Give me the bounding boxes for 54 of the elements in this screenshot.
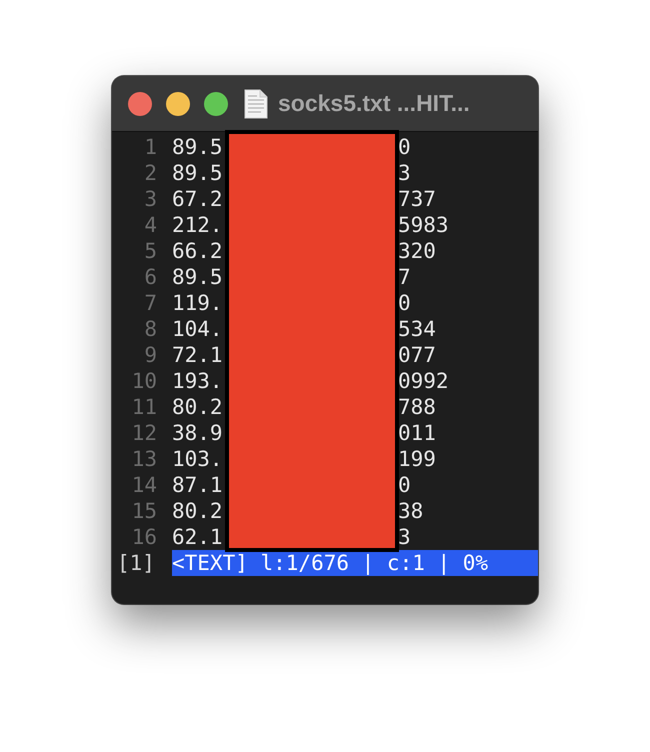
line-number: 15 bbox=[130, 499, 157, 523]
line-text: 737 bbox=[398, 187, 436, 211]
zoom-button[interactable] bbox=[204, 92, 228, 116]
line-number: 1 bbox=[143, 135, 157, 159]
line-text: 3 bbox=[398, 161, 411, 185]
close-button[interactable] bbox=[128, 92, 152, 116]
line-text: 87.1 bbox=[172, 473, 224, 497]
line-text: 66.2 bbox=[172, 239, 224, 263]
line-text: 0992 bbox=[398, 369, 449, 393]
line-text: 320 bbox=[398, 239, 436, 263]
line-text: 5983 bbox=[398, 213, 449, 237]
line-text: 212. bbox=[172, 213, 224, 237]
line-text: 119. bbox=[172, 291, 224, 315]
line-number: 6 bbox=[143, 265, 157, 289]
line-text: 38 bbox=[398, 499, 424, 523]
line-text: 0 bbox=[398, 291, 411, 315]
line-number: 5 bbox=[143, 239, 157, 263]
line-text: 3 bbox=[398, 525, 411, 549]
document-icon bbox=[244, 88, 268, 118]
line-number: 14 bbox=[130, 473, 157, 497]
line-number: 12 bbox=[130, 421, 157, 445]
buffer-number: [1] bbox=[116, 551, 156, 575]
line-text: 193. bbox=[172, 369, 224, 393]
line-text: 788 bbox=[398, 395, 436, 419]
line-number: 7 bbox=[143, 291, 157, 315]
line-text: 104. bbox=[172, 317, 224, 341]
line-text: 89.5 bbox=[172, 135, 224, 159]
line-text: 89.5 bbox=[172, 265, 224, 289]
line-text: 80.2 bbox=[172, 499, 224, 523]
line-number: 2 bbox=[143, 161, 157, 185]
minimize-button[interactable] bbox=[166, 92, 190, 116]
line-number: 9 bbox=[143, 343, 157, 367]
line-text: 67.2 bbox=[172, 187, 224, 211]
line-number: 13 bbox=[130, 447, 157, 471]
line-text: 62.1 bbox=[172, 525, 224, 549]
line-number: 4 bbox=[143, 213, 157, 237]
line-text: 011 bbox=[398, 421, 436, 445]
line-text: 80.2 bbox=[172, 395, 224, 419]
line-number: 16 bbox=[130, 525, 157, 549]
line-text: 0 bbox=[398, 473, 411, 497]
line-text: 199 bbox=[398, 447, 436, 471]
line-text: 077 bbox=[398, 343, 436, 367]
window-title: socks5.txt ...HIT... bbox=[278, 90, 470, 117]
line-text: 89.5 bbox=[172, 161, 224, 185]
line-number: 3 bbox=[143, 187, 157, 211]
line-number: 8 bbox=[143, 317, 157, 341]
line-text: 534 bbox=[398, 317, 436, 341]
line-number: 11 bbox=[130, 395, 157, 419]
line-number: 10 bbox=[130, 369, 157, 393]
line-text: 103. bbox=[172, 447, 224, 471]
line-text: 7 bbox=[398, 265, 411, 289]
line-text: 38.9 bbox=[172, 421, 224, 445]
line-text: 0 bbox=[398, 135, 411, 159]
line-text: 72.1 bbox=[172, 343, 224, 367]
